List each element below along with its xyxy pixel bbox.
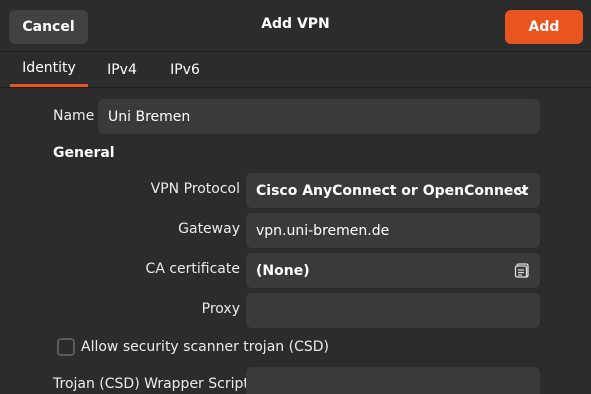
ca-certificate-label: CA certificate (145, 261, 240, 277)
vpn-protocol-value: Cisco AnyConnect or OpenConnect (256, 182, 529, 199)
add-button[interactable]: Add (505, 10, 583, 44)
ca-certificate-chooser[interactable]: (None) (246, 253, 540, 288)
csd-wrapper-field[interactable] (246, 367, 540, 394)
dialog-title: Add VPN (261, 16, 330, 32)
tab-bar: Identity IPv4 IPv6 (0, 52, 591, 88)
vpn-protocol-dropdown[interactable]: Cisco AnyConnect or OpenConnect (246, 173, 540, 208)
gateway-field[interactable]: vpn.uni-bremen.de (246, 213, 540, 248)
file-chooser-icon (514, 263, 529, 278)
csd-checkbox[interactable] (57, 338, 75, 356)
tab-identity[interactable]: Identity (10, 52, 88, 87)
tab-ipv4[interactable]: IPv4 (97, 52, 147, 87)
general-section-title: General (53, 145, 115, 161)
name-label: Name (53, 108, 95, 124)
proxy-field[interactable] (246, 293, 540, 328)
chevron-down-icon (516, 187, 528, 194)
ca-certificate-value: (None) (256, 262, 310, 279)
csd-wrapper-label: Trojan (CSD) Wrapper Script (53, 376, 249, 392)
add-vpn-dialog: Cancel Add VPN Add Identity IPv4 IPv6 Na… (0, 0, 591, 394)
header-bar: Cancel Add VPN Add (0, 0, 591, 52)
tab-ipv6[interactable]: IPv6 (160, 52, 210, 87)
vpn-protocol-label: VPN Protocol (150, 181, 240, 197)
name-field[interactable]: Uni Bremen (98, 99, 540, 134)
identity-page: Name Uni Bremen General VPN Protocol Cis… (0, 88, 591, 394)
csd-checkbox-label[interactable]: Allow security scanner trojan (CSD) (81, 339, 329, 355)
proxy-label: Proxy (201, 301, 240, 317)
gateway-label: Gateway (178, 221, 240, 237)
